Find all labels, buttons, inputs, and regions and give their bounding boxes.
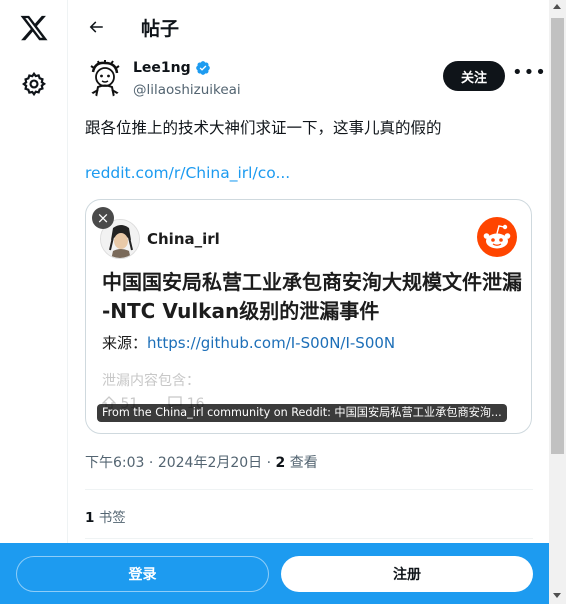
post-date[interactable]: 2024年2月20日 <box>158 455 262 471</box>
more-icon[interactable]: ••• <box>512 64 546 86</box>
post-meta: 下午6:03 · 2024年2月20日 · 2 查看 <box>85 455 318 471</box>
divider <box>85 489 533 490</box>
source-url[interactable]: https://github.com/I-S00N/I-S00N <box>147 334 395 352</box>
app: 帖子 Lee1ng @lilaoshizuikeai 关注 ••• 跟各位推上的… <box>0 0 566 604</box>
scrollbar[interactable] <box>549 0 566 604</box>
author-name[interactable]: Lee1ng <box>133 60 211 76</box>
verified-badge-icon <box>195 61 210 75</box>
gear-icon[interactable] <box>21 71 47 97</box>
bottom-login-bar: 登录 注册 <box>0 543 549 604</box>
card-caption: From the China_irl community on Reddit: … <box>97 404 507 422</box>
scroll-down-arrow-icon[interactable] <box>553 593 561 598</box>
close-icon[interactable]: × <box>92 207 114 229</box>
bookmarks-label: 书签 <box>98 510 126 526</box>
left-rail <box>0 0 68 604</box>
source-prefix: 来源： <box>102 334 148 352</box>
link-preview-card[interactable]: China_irl 中国国安局私营工业承包商安洵大规模文件泄漏 -NTC Vul… <box>85 199 532 434</box>
post-time[interactable]: 下午6:03 <box>85 455 144 471</box>
post-text: 跟各位推上的技术大神们求证一下，这事儿真的假的 <box>85 119 442 137</box>
post-link[interactable]: reddit.com/r/China_irl/co... <box>85 164 290 182</box>
divider <box>85 538 533 539</box>
bookmarks-count: 1 <box>85 510 95 526</box>
x-logo-icon[interactable] <box>19 13 49 43</box>
card-source: 来源：https://github.com/I-S00N/I-S00N <box>102 332 395 353</box>
back-button[interactable] <box>82 13 110 41</box>
card-faded-text: 泄漏内容包含： <box>102 373 200 389</box>
views-count: 2 <box>275 455 286 471</box>
views-label: 查看 <box>289 455 318 471</box>
community-name: China_irl <box>147 230 220 248</box>
login-button[interactable]: 登录 <box>16 556 269 592</box>
bookmarks-stat[interactable]: 1 书签 <box>85 506 126 526</box>
display-name: Lee1ng <box>133 60 191 76</box>
signup-button[interactable]: 注册 <box>281 556 533 592</box>
scroll-up-arrow-icon[interactable] <box>553 4 561 9</box>
avatar[interactable] <box>85 58 125 98</box>
follow-button[interactable]: 关注 <box>443 61 505 91</box>
back-arrow-icon <box>89 21 103 33</box>
card-title: 中国国安局私营工业承包商安洵大规模文件泄漏 -NTC Vulkan级别的泄漏事件 <box>102 270 522 323</box>
author-handle[interactable]: @lilaoshizuikeai <box>133 82 241 98</box>
page-header: 帖子 <box>69 0 549 53</box>
reddit-logo-icon <box>477 217 517 257</box>
page-title: 帖子 <box>141 18 180 40</box>
scroll-thumb[interactable] <box>551 18 564 454</box>
